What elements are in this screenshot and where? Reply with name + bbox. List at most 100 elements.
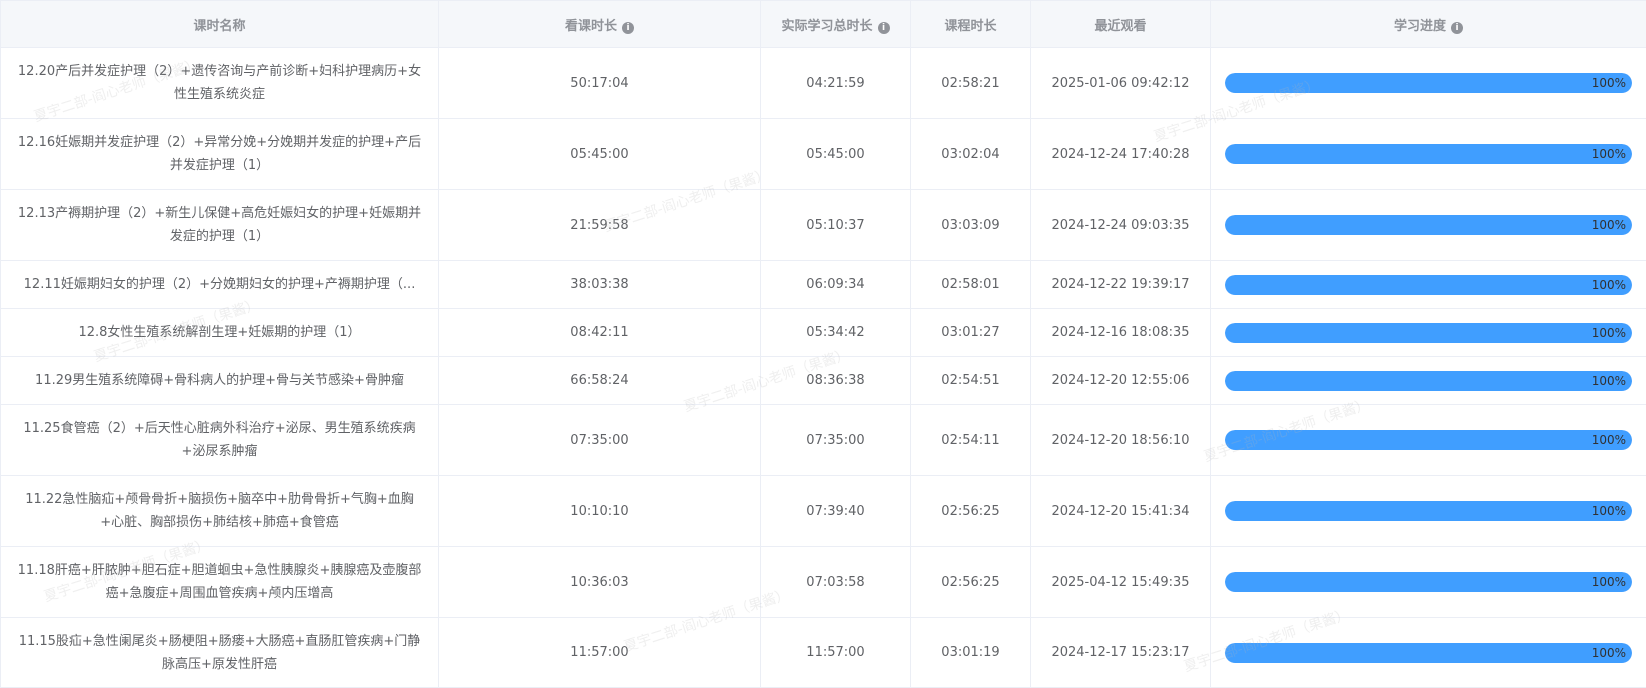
- progress-track: [1225, 144, 1632, 164]
- progress-label: 100%: [1591, 277, 1626, 292]
- table-row[interactable]: 12.11妊娠期妇女的护理（2）+分娩期妇女的护理+产褥期护理（... 38:0…: [0, 260, 1646, 309]
- progress-cell: 100%: [1210, 475, 1646, 547]
- last-watched-cell: 2024-12-20 18:56:10: [1030, 404, 1211, 476]
- actual-time-cell: 07:03:58: [760, 546, 911, 618]
- table-header: 课时名称 看课时长 i 实际学习总时长 i 课程时长 最近观看 学习进度 i: [0, 0, 1646, 48]
- header-course-time: 课程时长: [910, 0, 1031, 48]
- progress-label: 100%: [1591, 147, 1626, 161]
- progress-label: 100%: [1591, 218, 1626, 232]
- watch-time-cell: 08:42:11: [438, 308, 761, 357]
- header-last-watched: 最近观看: [1030, 0, 1211, 48]
- watch-time-cell: 11:57:00: [438, 617, 761, 688]
- progress-track: [1225, 642, 1632, 663]
- progress-label: 100%: [1591, 575, 1626, 589]
- progress-cell: 100%: [1210, 118, 1646, 190]
- progress-bar: 100%: [1225, 274, 1632, 295]
- watch-time-cell: 38:03:38: [438, 260, 761, 309]
- last-watched-cell: 2024-12-17 15:23:17: [1030, 617, 1211, 688]
- header-actual-time: 实际学习总时长 i: [760, 0, 911, 48]
- watch-time-cell: 66:58:24: [438, 356, 761, 405]
- lesson-name-cell: 11.22急性脑疝+颅骨骨折+脑损伤+脑卒中+肋骨骨折+气胸+血胸+心脏、胸部损…: [0, 475, 439, 547]
- progress-track: [1225, 215, 1632, 235]
- watch-time-cell: 21:59:58: [438, 189, 761, 261]
- last-watched-cell: 2025-04-12 15:49:35: [1030, 546, 1211, 618]
- progress-bar: 100%: [1225, 572, 1632, 592]
- progress-fill: [1225, 642, 1632, 663]
- watch-time-cell: 10:36:03: [438, 546, 761, 618]
- course-time-cell: 03:03:09: [910, 189, 1031, 261]
- course-time-cell: 02:58:01: [910, 260, 1031, 309]
- table-row[interactable]: 11.15股疝+急性阑尾炎+肠梗阻+肠瘘+大肠癌+直肠肛管疾病+门静脉高压+原发…: [0, 617, 1646, 688]
- progress-bar: 100%: [1225, 501, 1632, 521]
- course-time-cell: 03:01:19: [910, 617, 1031, 688]
- progress-fill: [1225, 501, 1632, 521]
- lesson-name-cell: 12.16妊娠期并发症护理（2）+异常分娩+分娩期并发症的护理+产后并发症护理（…: [0, 118, 439, 190]
- info-icon[interactable]: i: [622, 21, 634, 34]
- progress-bar: 100%: [1225, 370, 1632, 391]
- table-row[interactable]: 11.29男生殖系统障碍+骨科病人的护理+骨与关节感染+骨肿瘤 66:58:24…: [0, 356, 1646, 405]
- progress-fill: [1225, 430, 1632, 450]
- progress-label: 100%: [1591, 325, 1626, 340]
- progress-bar: 100%: [1225, 144, 1632, 164]
- actual-time-cell: 07:39:40: [760, 475, 911, 547]
- progress-cell: 100%: [1210, 308, 1646, 357]
- actual-time-cell: 11:57:00: [760, 617, 911, 688]
- progress-track: [1225, 501, 1632, 521]
- lesson-name-cell: 12.8女性生殖系统解剖生理+妊娠期的护理（1）: [0, 308, 439, 357]
- actual-time-cell: 04:21:59: [760, 47, 911, 119]
- course-time-cell: 03:01:27: [910, 308, 1031, 357]
- table-row[interactable]: 12.20产后并发症护理（2）+遗传咨询与产前诊断+妇科护理病历+女性生殖系统炎…: [0, 47, 1646, 119]
- info-icon[interactable]: i: [877, 21, 890, 34]
- table-row[interactable]: 11.25食管癌（2）+后天性心脏病外科治疗+泌尿、男生殖系统疾病+泌尿系肿瘤 …: [0, 404, 1646, 476]
- table-row[interactable]: 12.16妊娠期并发症护理（2）+异常分娩+分娩期并发症的护理+产后并发症护理（…: [0, 118, 1646, 190]
- last-watched-cell: 2025-01-06 09:42:12: [1030, 47, 1211, 119]
- last-watched-cell: 2024-12-20 15:41:34: [1030, 475, 1211, 547]
- progress-cell: 100%: [1210, 546, 1646, 618]
- table-row[interactable]: 12.13产褥期护理（2）+新生儿保健+高危妊娠妇女的护理+妊娠期并发症的护理（…: [0, 189, 1646, 261]
- progress-fill: [1225, 144, 1632, 164]
- progress-label: 100%: [1591, 645, 1626, 660]
- course-time-cell: 02:56:25: [910, 546, 1031, 618]
- lesson-name-text: 12.11妊娠期妇女的护理（2）+分娩期妇女的护理+产褥期护理（...: [23, 277, 416, 292]
- header-watch-time-label: 看课时长: [564, 18, 617, 34]
- header-course-time-label: 课程时长: [944, 18, 997, 34]
- header-watch-time: 看课时长 i: [438, 0, 761, 48]
- progress-cell: 100%: [1210, 47, 1646, 119]
- progress-cell: 100%: [1210, 189, 1646, 261]
- last-watched-cell: 2024-12-24 17:40:28: [1030, 118, 1211, 190]
- last-watched-cell: 2024-12-22 19:39:17: [1030, 260, 1211, 309]
- course-time-cell: 02:56:25: [910, 475, 1031, 547]
- lesson-name-cell: 11.25食管癌（2）+后天性心脏病外科治疗+泌尿、男生殖系统疾病+泌尿系肿瘤: [0, 404, 439, 476]
- progress-track: [1225, 572, 1632, 592]
- progress-fill: [1225, 370, 1632, 391]
- table-row[interactable]: 11.18肝癌+肝脓肿+胆石症+胆道蛔虫+急性胰腺炎+胰腺癌及壶腹部癌+急腹症+…: [0, 546, 1646, 618]
- course-time-cell: 02:54:51: [910, 356, 1031, 405]
- header-actual-time-label: 实际学习总时长: [781, 18, 873, 34]
- header-progress: 学习进度 i: [1210, 0, 1646, 48]
- watch-time-cell: 05:45:00: [438, 118, 761, 190]
- progress-track: [1225, 73, 1632, 93]
- progress-track: [1225, 430, 1632, 450]
- header-lesson-name: 课时名称: [0, 0, 439, 48]
- table-row[interactable]: 11.22急性脑疝+颅骨骨折+脑损伤+脑卒中+肋骨骨折+气胸+血胸+心脏、胸部损…: [0, 475, 1646, 547]
- last-watched-cell: 2024-12-24 09:03:35: [1030, 189, 1211, 261]
- progress-bar: 100%: [1225, 73, 1632, 93]
- progress-fill: [1225, 322, 1632, 343]
- progress-bar: 100%: [1225, 322, 1632, 343]
- last-watched-cell: 2024-12-16 18:08:35: [1030, 308, 1211, 357]
- watch-time-cell: 50:17:04: [438, 47, 761, 119]
- progress-track: [1225, 370, 1632, 391]
- lesson-name-cell: 12.11妊娠期妇女的护理（2）+分娩期妇女的护理+产褥期护理（...: [0, 260, 439, 309]
- actual-time-cell: 05:45:00: [760, 118, 911, 190]
- progress-fill: [1225, 572, 1632, 592]
- table-row[interactable]: 12.8女性生殖系统解剖生理+妊娠期的护理（1） 08:42:11 05:34:…: [0, 308, 1646, 357]
- progress-bar: 100%: [1225, 430, 1632, 450]
- progress-bar: 100%: [1225, 642, 1632, 663]
- progress-bar: 100%: [1225, 215, 1632, 235]
- course-time-cell: 02:54:11: [910, 404, 1031, 476]
- progress-track: [1225, 274, 1632, 295]
- header-last-watched-label: 最近观看: [1094, 18, 1147, 34]
- info-icon[interactable]: i: [1451, 21, 1463, 34]
- actual-time-cell: 05:10:37: [760, 189, 911, 261]
- header-progress-label: 学习进度: [1393, 18, 1446, 34]
